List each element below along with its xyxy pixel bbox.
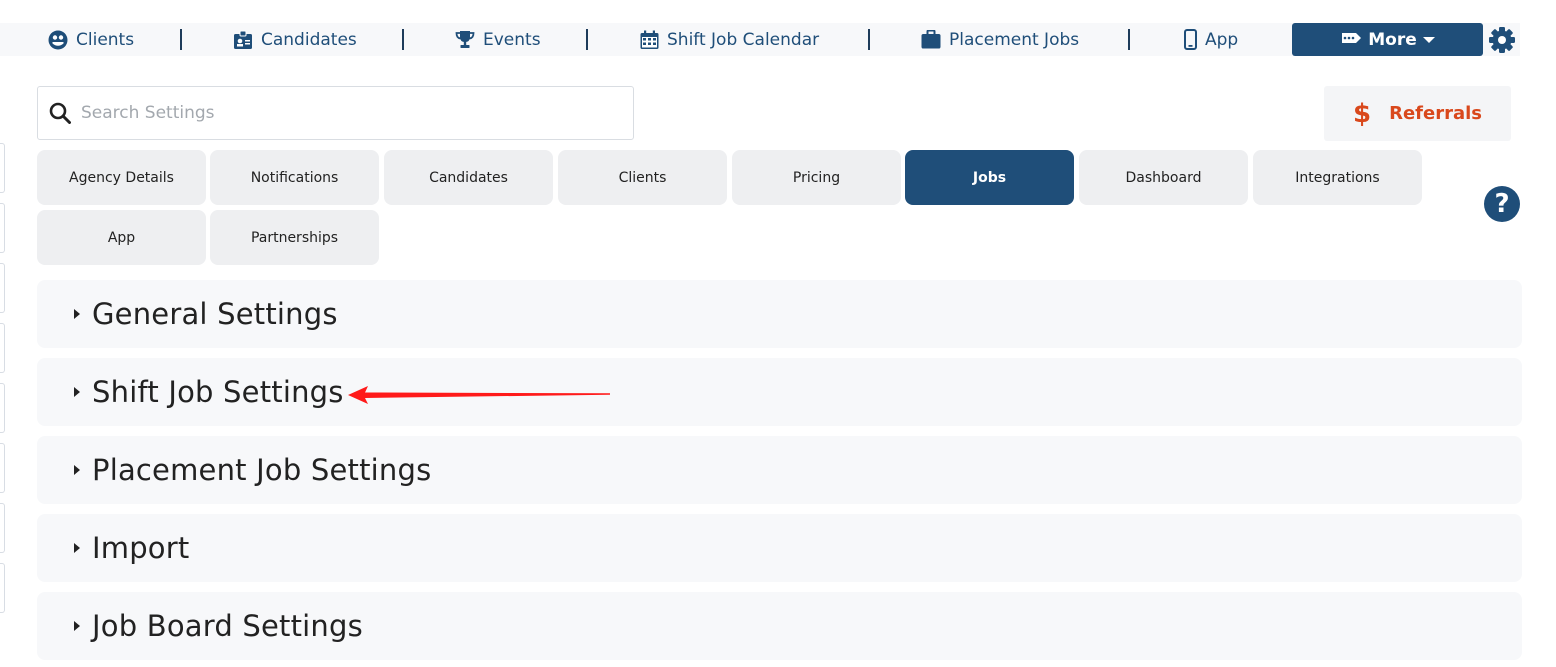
nav-events[interactable]: Events bbox=[455, 23, 541, 56]
tab-dashboard[interactable]: Dashboard bbox=[1079, 150, 1248, 205]
caret-right-icon bbox=[74, 309, 80, 319]
nav-label: Clients bbox=[76, 29, 135, 50]
caret-down-icon bbox=[1422, 36, 1435, 43]
tab-label: Dashboard bbox=[1125, 169, 1202, 186]
section-shift-job-settings[interactable]: Shift Job Settings bbox=[37, 358, 1522, 426]
search-input[interactable] bbox=[81, 93, 601, 133]
nav-placement-jobs[interactable]: Placement Jobs bbox=[921, 23, 1079, 56]
sidebar-stub[interactable] bbox=[0, 443, 5, 493]
nav-divider bbox=[1128, 29, 1130, 50]
section-placement-job-settings[interactable]: Placement Job Settings bbox=[37, 436, 1522, 504]
annotation-arrow-icon bbox=[348, 386, 610, 404]
tab-label: Candidates bbox=[429, 169, 508, 186]
help-icon[interactable]: ? bbox=[1484, 186, 1520, 222]
tab-label: Jobs bbox=[972, 169, 1007, 186]
sidebar-stub[interactable] bbox=[0, 503, 5, 553]
caret-right-icon bbox=[74, 387, 80, 397]
tab-jobs[interactable]: Jobs bbox=[905, 150, 1074, 205]
tab-label: Integrations bbox=[1295, 169, 1380, 186]
section-title: General Settings bbox=[92, 297, 338, 331]
section-title: Job Board Settings bbox=[92, 609, 363, 643]
nav-candidates[interactable]: Candidates bbox=[233, 23, 357, 56]
search-settings-box bbox=[37, 86, 634, 140]
sidebar-stub[interactable] bbox=[0, 263, 5, 313]
section-job-board-settings[interactable]: Job Board Settings bbox=[37, 592, 1522, 660]
tab-notifications[interactable]: Notifications bbox=[210, 150, 379, 205]
nav-divider bbox=[180, 29, 182, 50]
caret-right-icon bbox=[74, 465, 80, 475]
mobile-icon bbox=[1184, 29, 1197, 50]
nav-clients[interactable]: Clients bbox=[48, 23, 134, 56]
sidebar-stub[interactable] bbox=[0, 203, 5, 253]
nav-divider bbox=[586, 29, 588, 50]
id-badge-icon bbox=[234, 30, 252, 49]
nav-divider bbox=[402, 29, 404, 50]
nav-label: Shift Job Calendar bbox=[667, 29, 820, 50]
tab-agency-details[interactable]: Agency Details bbox=[37, 150, 206, 205]
tab-label: Notifications bbox=[250, 169, 339, 186]
sidebar-stub[interactable] bbox=[0, 143, 5, 193]
nav-app[interactable]: App bbox=[1184, 23, 1238, 56]
tab-label: Partnerships bbox=[250, 229, 339, 246]
user-circle-icon bbox=[48, 30, 68, 49]
tab-app[interactable]: App bbox=[37, 210, 206, 265]
tab-label: App bbox=[107, 229, 136, 246]
tab-partnerships[interactable]: Partnerships bbox=[210, 210, 379, 265]
nav-label: Events bbox=[483, 29, 541, 50]
section-title: Shift Job Settings bbox=[92, 375, 344, 409]
nav-divider bbox=[868, 29, 870, 50]
referrals-button[interactable]: $ Referrals bbox=[1324, 86, 1511, 141]
calendar-icon bbox=[640, 30, 659, 49]
tab-integrations[interactable]: Integrations bbox=[1253, 150, 1422, 205]
tab-candidates[interactable]: Candidates bbox=[384, 150, 553, 205]
gear-icon[interactable] bbox=[1488, 26, 1516, 54]
section-general-settings[interactable]: General Settings bbox=[37, 280, 1522, 348]
search-icon bbox=[49, 102, 71, 124]
nav-label: App bbox=[1205, 29, 1239, 50]
referrals-label: Referrals bbox=[1389, 103, 1482, 124]
tab-pricing[interactable]: Pricing bbox=[732, 150, 901, 205]
section-import[interactable]: Import bbox=[37, 514, 1522, 582]
more-dropdown-button[interactable]: More bbox=[1292, 23, 1483, 56]
tab-label: Pricing bbox=[792, 169, 841, 186]
dollar-icon: $ bbox=[1353, 98, 1372, 129]
briefcase-icon bbox=[921, 30, 941, 49]
tags-icon bbox=[1342, 32, 1362, 43]
section-title: Import bbox=[92, 531, 190, 565]
section-title: Placement Job Settings bbox=[92, 453, 432, 487]
caret-right-icon bbox=[74, 543, 80, 553]
sidebar-stub[interactable] bbox=[0, 383, 5, 433]
help-symbol: ? bbox=[1494, 189, 1510, 219]
nav-shift-job-calendar[interactable]: Shift Job Calendar bbox=[640, 23, 819, 56]
nav-label: Placement Jobs bbox=[949, 29, 1080, 50]
more-label: More bbox=[1368, 29, 1417, 50]
caret-right-icon bbox=[74, 621, 80, 631]
top-navigation: Clients Candidates Events Shift Job Cale… bbox=[0, 23, 1520, 56]
sidebar-stub[interactable] bbox=[0, 563, 5, 613]
nav-label: Candidates bbox=[261, 29, 357, 50]
sidebar-stub[interactable] bbox=[0, 323, 5, 373]
tab-label: Agency Details bbox=[69, 169, 174, 186]
tab-label: Clients bbox=[618, 169, 667, 186]
tab-clients[interactable]: Clients bbox=[558, 150, 727, 205]
trophy-icon bbox=[455, 30, 475, 48]
